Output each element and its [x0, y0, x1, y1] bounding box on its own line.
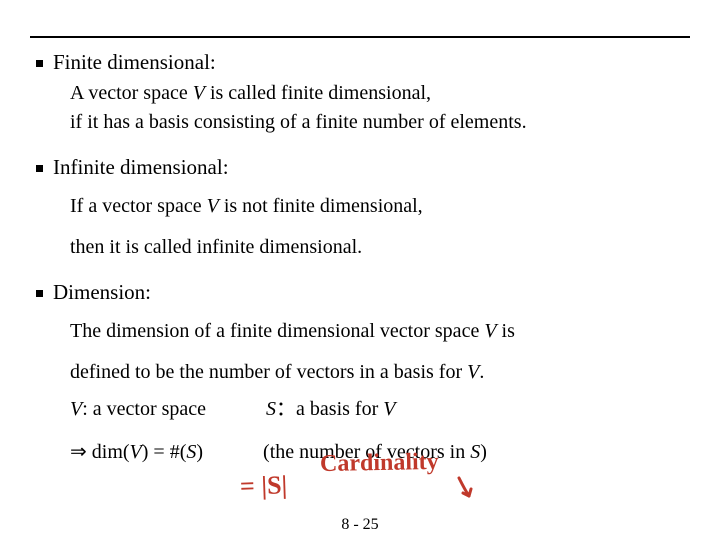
text: is not finite dimensional,	[219, 195, 423, 217]
var-v: V	[130, 441, 142, 463]
bullet-finite: Finite dimensional:	[36, 50, 696, 75]
square-bullet-icon	[36, 290, 43, 297]
text: dim(	[92, 441, 130, 463]
var-v: V	[207, 195, 219, 217]
text: )	[480, 441, 487, 463]
text: ：a basis for	[276, 398, 383, 420]
bullet-infinite: Infinite dimensional:	[36, 155, 696, 180]
implies-icon: ⇒	[70, 441, 92, 463]
dim-equation: ⇒ dim(V) = #(S)	[70, 438, 203, 467]
top-rule	[30, 36, 690, 38]
text: )	[196, 441, 203, 463]
handwriting-arrow-icon	[455, 476, 485, 506]
text: If a vector space	[70, 195, 207, 217]
text: .	[479, 361, 484, 383]
var-v: V	[193, 82, 205, 104]
text: A vector space	[70, 82, 193, 104]
square-bullet-icon	[36, 60, 43, 67]
finite-line1: A vector space V is called finite dimens…	[70, 79, 696, 108]
dimension-conclusion-row: ⇒ dim(V) = #(S) (the number of vectors i…	[70, 438, 696, 467]
var-s: S	[266, 398, 276, 420]
dimension-line1: The dimension of a finite dimensional ve…	[70, 317, 696, 346]
text: The dimension of a finite dimensional ve…	[70, 320, 484, 342]
var-v: V	[70, 398, 82, 420]
heading-infinite: Infinite dimensional:	[53, 155, 229, 180]
infinite-line2: then it is called infinite dimensional.	[70, 233, 696, 262]
infinite-line1: If a vector space V is not finite dimens…	[70, 192, 696, 221]
var-v: V	[467, 361, 479, 383]
heading-finite: Finite dimensional:	[53, 50, 216, 75]
text: is	[497, 320, 515, 342]
var-s: S	[470, 441, 480, 463]
text: (the number of vectors in	[263, 441, 470, 463]
v-vector-space-label: V: a vector space	[70, 395, 206, 424]
square-bullet-icon	[36, 165, 43, 172]
text: : a vector space	[82, 398, 206, 420]
var-v: V	[383, 398, 395, 420]
s-basis-label: S：a basis for V	[266, 395, 395, 424]
bullet-dimension: Dimension:	[36, 280, 696, 305]
handwriting-eq-s: = |S|	[239, 470, 287, 502]
text: is called finite dimensional,	[205, 82, 431, 104]
text: ) = #(	[142, 441, 187, 463]
dim-parenthetical: (the number of vectors in S)	[263, 438, 487, 467]
text: defined to be the number of vectors in a…	[70, 361, 467, 383]
heading-dimension: Dimension:	[53, 280, 151, 305]
dimension-labels-row: V: a vector space S：a basis for V	[70, 395, 696, 424]
page-number: 8 - 25	[0, 516, 720, 534]
slide-content: Finite dimensional: A vector space V is …	[36, 50, 696, 467]
finite-line2: if it has a basis consisting of a finite…	[70, 108, 696, 137]
dimension-line2: defined to be the number of vectors in a…	[70, 358, 696, 387]
var-s: S	[186, 441, 196, 463]
var-v: V	[484, 320, 496, 342]
